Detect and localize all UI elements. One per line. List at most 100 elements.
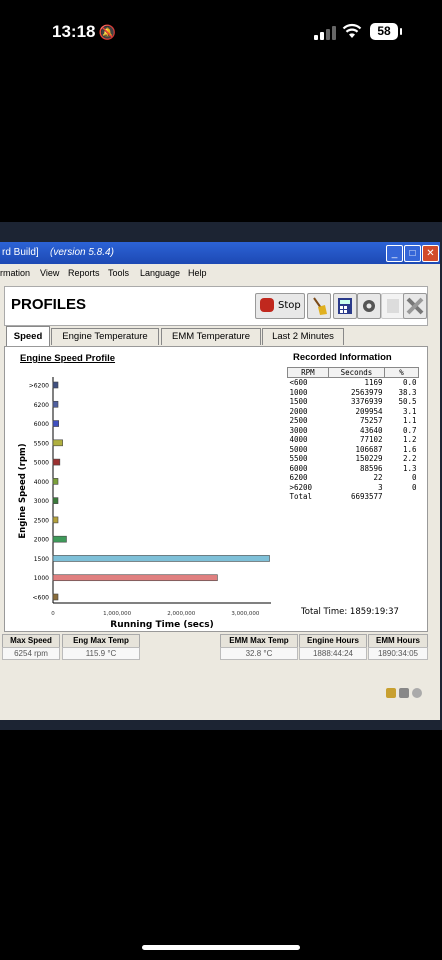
version-label: (version 5.8.4)	[50, 247, 114, 258]
stop-icon	[260, 298, 274, 312]
seconds-cell: 88596	[360, 463, 383, 473]
x-tick-label: 1,000,000	[103, 611, 131, 617]
percent-cell: 2.2	[402, 454, 417, 463]
seconds-cell: 3376939	[350, 397, 383, 406]
percent-cell: 0	[411, 473, 417, 482]
broom-icon[interactable]	[307, 293, 331, 319]
rpm-cell: 5500	[289, 454, 308, 463]
total-time: Total Time: 1859:19:37	[301, 607, 399, 617]
rpm-cell: 1000	[289, 387, 308, 397]
bar	[52, 420, 59, 427]
tab-speed[interactable]: Speed	[6, 326, 50, 346]
bar	[52, 535, 67, 543]
table-row: 2000 209954 3.1	[288, 407, 419, 417]
tab-engine-temperature[interactable]: Engine Temperature	[51, 328, 159, 345]
percent-cell: 1.6	[402, 444, 417, 454]
menu-help[interactable]: Help	[188, 268, 207, 278]
table-row: >6200 3 0	[288, 483, 419, 493]
tab-last-2-minutes[interactable]: Last 2 Minutes	[262, 328, 344, 345]
window-title: rd Build]	[2, 247, 39, 258]
menu-tools[interactable]: Tools	[108, 268, 129, 278]
table-row: 6200 22 0	[288, 473, 419, 483]
rpm-cell: 6000	[289, 463, 308, 473]
seconds-cell: 77102	[360, 435, 383, 444]
x-axis-label: Running Time (secs)	[110, 620, 213, 629]
max-speed-stat: Max Speed 6254 rpm	[2, 634, 60, 664]
bar	[52, 478, 59, 485]
menu-view[interactable]: View	[40, 268, 59, 278]
rpm-cell: <600	[289, 378, 308, 387]
table-row: 4000 77102 1.2	[288, 435, 419, 445]
minimize-button[interactable]: _	[386, 245, 403, 262]
bar	[52, 400, 59, 408]
clock: 13:18 🔕	[52, 22, 116, 41]
rpm-cell: 2500	[289, 416, 308, 425]
bar	[52, 497, 59, 504]
bar	[52, 593, 59, 601]
tab-emm-temperature[interactable]: EMM Temperature	[161, 328, 261, 345]
eng-max-temp-value: 115.9 °C	[62, 647, 140, 660]
emm-max-temp-stat: EMM Max Temp 32.8 °C	[220, 634, 298, 664]
seconds-cell: 1169	[364, 378, 383, 387]
rpm-cell: >6200	[289, 482, 313, 492]
y-tick-label: 1500	[34, 556, 49, 563]
emm-hours-stat: EMM Hours 1890:34:05	[368, 634, 428, 664]
cellular-signal-icon	[314, 26, 338, 40]
y-tick-label: 2500	[34, 517, 49, 524]
x-tick-label: 2,000,000	[167, 611, 195, 617]
rpm-cell: 1500	[289, 397, 308, 406]
y-tick-label: 6000	[34, 421, 49, 428]
percent-cell: 1.1	[402, 416, 417, 425]
y-tick-label: >6200	[29, 383, 49, 390]
table-row: Total 6693577	[288, 492, 419, 502]
y-tick-label: 1000	[34, 575, 49, 582]
silent-bell-icon: 🔕	[98, 24, 116, 40]
percent-cell: 3.1	[402, 406, 417, 416]
percent-cell: 1.3	[402, 463, 417, 473]
percent-cell: 0.0	[402, 378, 417, 387]
storage-icon	[399, 688, 409, 698]
x-tick-label: 3,000,000	[231, 611, 259, 617]
speed-panel: Engine Speed Profile Engine Speed (rpm) R…	[4, 346, 428, 632]
seconds-cell: 2563979	[350, 387, 383, 397]
tools-icon[interactable]	[403, 293, 427, 319]
table-row: 1500 3376939 50.5	[288, 397, 419, 407]
bar	[52, 516, 59, 524]
maximize-button[interactable]: □	[404, 245, 421, 262]
rpm-cell: Total	[289, 492, 313, 501]
recorded-info-table: RPM Seconds % <600 1169 0.0 1000 2563979 38.3…	[287, 367, 419, 502]
seconds-cell: 106687	[355, 444, 383, 454]
status-icon	[386, 688, 396, 698]
rpm-cell: 5000	[289, 444, 308, 454]
settings-gear-icon[interactable]	[357, 293, 381, 319]
photo-of-monitor: rd Build] (version 5.8.4) _ □ ✕ rmation …	[0, 222, 442, 730]
wifi-icon	[342, 23, 362, 38]
menu-language[interactable]: Language	[140, 268, 180, 278]
table-row: 5500 150229 2.2	[288, 454, 419, 464]
seconds-cell: 6693577	[350, 492, 383, 501]
bar	[52, 574, 218, 582]
export-icon[interactable]	[381, 293, 405, 319]
engine-speed-chart: Engine Speed (rpm) Running Time (secs) 0 1,…	[18, 377, 271, 629]
emm-max-temp-value: 32.8 °C	[220, 647, 298, 660]
close-button[interactable]: ✕	[422, 245, 439, 262]
table-header-row: RPM Seconds %	[287, 367, 419, 378]
menu-reports[interactable]: Reports	[68, 268, 100, 278]
y-tick-label: 5500	[34, 440, 49, 447]
recorded-info-title: Recorded Information	[293, 352, 392, 363]
col-rpm: RPM	[287, 367, 329, 378]
menu-bar: rmation View Reports Tools Language Help	[0, 264, 440, 282]
menu-information[interactable]: rmation	[0, 268, 30, 278]
status-bar: 13:18 🔕 58	[0, 0, 442, 64]
percent-cell: 50.5	[398, 397, 417, 406]
stop-button[interactable]: Stop	[255, 293, 305, 319]
engine-hours-stat: Engine Hours 1888:44:24	[299, 634, 367, 664]
y-tick-label: 2000	[34, 537, 49, 544]
seconds-cell: 75257	[360, 416, 383, 425]
y-axis-label: Engine Speed (rpm)	[18, 443, 28, 538]
y-tick-label: <600	[33, 595, 50, 602]
calculator-icon[interactable]	[333, 293, 357, 319]
table-row: 6000 88596 1.3	[288, 464, 419, 474]
seconds-cell: 150229	[355, 454, 383, 463]
power-icon	[412, 688, 422, 698]
